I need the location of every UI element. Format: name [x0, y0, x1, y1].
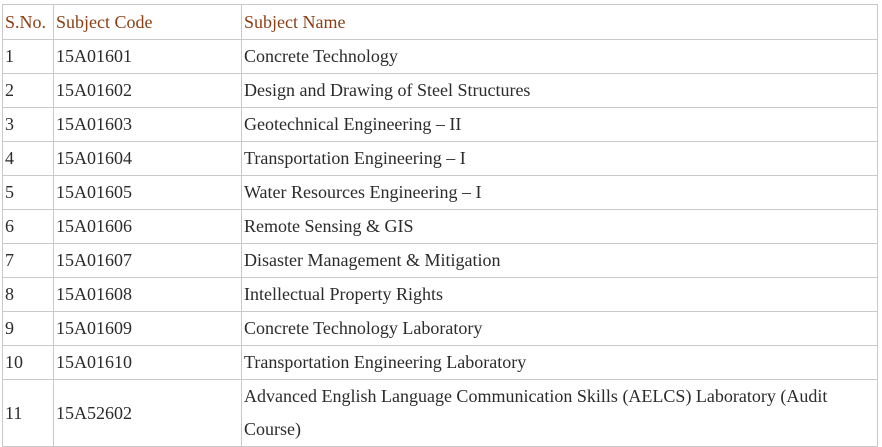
cell-subject-code: 15A01604: [53, 141, 242, 176]
cell-subject-name: Intellectual Property Rights: [241, 277, 878, 312]
cell-subject-code: 15A01602: [53, 73, 242, 108]
cell-subject-code: 15A01603: [53, 107, 242, 142]
table-row: 6 15A01606 Remote Sensing & GIS: [2, 209, 878, 244]
cell-sno: 3: [2, 107, 54, 142]
cell-subject-code: 15A01601: [53, 39, 242, 74]
column-header-subject-name: Subject Name: [241, 4, 878, 40]
cell-sno: 10: [2, 345, 54, 380]
table-row: 7 15A01607 Disaster Management & Mitigat…: [2, 243, 878, 278]
table-row: 2 15A01602 Design and Drawing of Steel S…: [2, 73, 878, 108]
cell-sno: 1: [2, 39, 54, 74]
cell-sno: 8: [2, 277, 54, 312]
cell-subject-name: Concrete Technology Laboratory: [241, 311, 878, 346]
cell-sno: 6: [2, 209, 54, 244]
table-row: 11 15A52602 Advanced English Language Co…: [2, 379, 878, 447]
cell-sno: 4: [2, 141, 54, 176]
cell-sno: 11: [2, 379, 54, 447]
table-row: 4 15A01604 Transportation Engineering – …: [2, 141, 878, 176]
cell-subject-name: Disaster Management & Mitigation: [241, 243, 878, 278]
cell-subject-name: Geotechnical Engineering – II: [241, 107, 878, 142]
cell-sno: 5: [2, 175, 54, 210]
cell-subject-name: Remote Sensing & GIS: [241, 209, 878, 244]
cell-subject-name: Transportation Engineering – I: [241, 141, 878, 176]
cell-subject-code: 15A01610: [53, 345, 242, 380]
cell-sno: 2: [2, 73, 54, 108]
subjects-table: S.No. Subject Code Subject Name 1 15A016…: [2, 4, 878, 447]
cell-sno: 7: [2, 243, 54, 278]
cell-subject-code: 15A52602: [53, 379, 242, 447]
cell-subject-name: Transportation Engineering Laboratory: [241, 345, 878, 380]
table-row: 5 15A01605 Water Resources Engineering –…: [2, 175, 878, 210]
cell-subject-name: Water Resources Engineering – I: [241, 175, 878, 210]
column-header-subject-code: Subject Code: [53, 4, 242, 40]
cell-subject-name: Advanced English Language Communication …: [241, 379, 878, 447]
table-header-row: S.No. Subject Code Subject Name: [2, 4, 878, 40]
cell-subject-code: 15A01609: [53, 311, 242, 346]
table-row: 3 15A01603 Geotechnical Engineering – II: [2, 107, 878, 142]
cell-sno: 9: [2, 311, 54, 346]
cell-subject-name: Concrete Technology: [241, 39, 878, 74]
cell-subject-code: 15A01608: [53, 277, 242, 312]
cell-subject-code: 15A01606: [53, 209, 242, 244]
table-row: 9 15A01609 Concrete Technology Laborator…: [2, 311, 878, 346]
page: S.No. Subject Code Subject Name 1 15A016…: [0, 0, 882, 447]
table-row: 8 15A01608 Intellectual Property Rights: [2, 277, 878, 312]
cell-subject-code: 15A01607: [53, 243, 242, 278]
table-row: 1 15A01601 Concrete Technology: [2, 39, 878, 74]
column-header-sno: S.No.: [2, 4, 54, 40]
cell-subject-name: Design and Drawing of Steel Structures: [241, 73, 878, 108]
table-row: 10 15A01610 Transportation Engineering L…: [2, 345, 878, 380]
cell-subject-code: 15A01605: [53, 175, 242, 210]
